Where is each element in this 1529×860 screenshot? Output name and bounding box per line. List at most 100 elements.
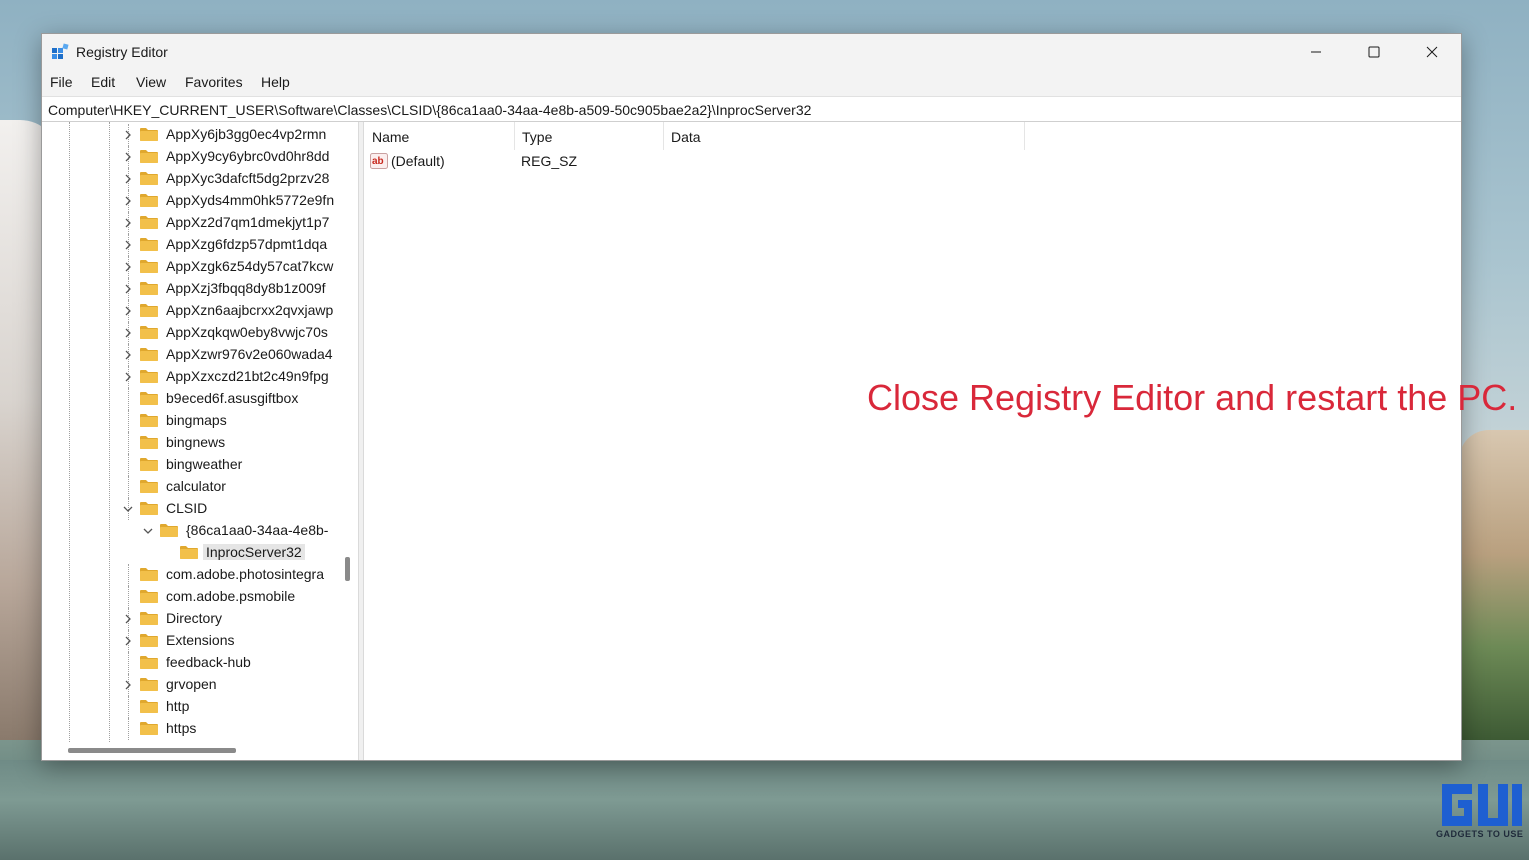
folder-icon xyxy=(140,392,158,405)
tree-item[interactable]: {86ca1aa0-34aa-4e8b- xyxy=(42,520,342,542)
menu-help[interactable]: Help xyxy=(261,74,290,90)
tree-item[interactable]: AppXzgk6z54dy57cat7kcw xyxy=(42,256,342,278)
tree-item-label: AppXzxczd21bt2c49n9fpg xyxy=(166,368,329,384)
chevron-right-icon[interactable] xyxy=(122,151,134,163)
maximize-button[interactable] xyxy=(1345,34,1403,70)
tree-item[interactable]: calculator xyxy=(42,476,342,498)
tree-vertical-scroll-thumb[interactable] xyxy=(345,557,350,581)
background-lake xyxy=(0,760,1529,860)
chevron-right-icon[interactable] xyxy=(122,217,134,229)
tree-item[interactable]: Directory xyxy=(42,608,342,630)
chevron-right-icon[interactable] xyxy=(122,239,134,251)
chevron-right-icon[interactable] xyxy=(122,349,134,361)
tree-item-label: AppXzg6fdzp57dpmt1dqa xyxy=(166,236,328,252)
tree-item[interactable]: b9eced6f.asusgiftbox xyxy=(42,388,342,410)
menu-file[interactable]: File xyxy=(50,74,73,90)
folder-icon xyxy=(140,590,158,603)
values-list[interactable]: Name Type Data ab (Default) REG_SZ Close… xyxy=(364,122,1517,760)
tree-item-label: bingmaps xyxy=(166,412,227,428)
tree-item[interactable]: Extensions xyxy=(42,630,342,652)
chevron-right-icon[interactable] xyxy=(122,327,134,339)
instruction-annotation: Close Registry Editor and restart the PC… xyxy=(867,377,1518,418)
tree-item[interactable]: AppXyc3dafcft5dg2przv28 xyxy=(42,168,342,190)
folder-icon xyxy=(160,524,178,537)
tree-guide-line xyxy=(128,696,129,718)
folder-icon xyxy=(140,150,158,163)
tree-item[interactable]: AppXzg6fdzp57dpmt1dqa xyxy=(42,234,342,256)
chevron-right-icon[interactable] xyxy=(122,305,134,317)
tree-item[interactable]: InprocServer32 xyxy=(42,542,342,564)
tree-item-label: AppXzwr976v2e060wada4 xyxy=(166,346,333,362)
tree-item-label: {86ca1aa0-34aa-4e8b- xyxy=(186,522,329,538)
minimize-button[interactable] xyxy=(1287,34,1345,70)
column-header-type-label: Type xyxy=(522,129,553,145)
string-value-icon: ab xyxy=(370,153,388,169)
folder-icon xyxy=(140,370,158,383)
chevron-right-icon[interactable] xyxy=(122,173,134,185)
chevron-right-icon[interactable] xyxy=(122,261,134,273)
menu-view[interactable]: View xyxy=(136,74,166,90)
tree-item[interactable]: CLSID xyxy=(42,498,342,520)
minimize-icon xyxy=(1311,51,1321,53)
address-bar[interactable]: Computer\HKEY_CURRENT_USER\Software\Clas… xyxy=(42,96,1461,122)
chevron-right-icon[interactable] xyxy=(122,283,134,295)
registry-editor-window: Registry Editor File Edit View Favorites… xyxy=(41,33,1517,761)
tree-item[interactable]: AppXzj3fbqq8dy8b1z009f xyxy=(42,278,342,300)
tree-item[interactable]: https xyxy=(42,718,342,740)
tree-item[interactable]: AppXzn6aajbcrxx2qvxjawp xyxy=(42,300,342,322)
tree-item[interactable]: AppXz2d7qm1dmekjyt1p7 xyxy=(42,212,342,234)
tree-item[interactable]: AppXy6jb3gg0ec4vp2rmn xyxy=(42,124,342,146)
folder-icon xyxy=(140,194,158,207)
key-tree[interactable]: AppXy6jb3gg0ec4vp2rmn AppXy9cy6ybrc0vd0hr… xyxy=(42,122,358,760)
tree-item[interactable]: bingweather xyxy=(42,454,342,476)
folder-icon xyxy=(140,128,158,141)
column-separator[interactable] xyxy=(1024,122,1025,150)
close-button[interactable] xyxy=(1403,34,1461,70)
svg-text:ab: ab xyxy=(372,156,384,167)
chevron-right-icon[interactable] xyxy=(122,635,134,647)
tree-item[interactable]: AppXy9cy6ybrc0vd0hr8dd xyxy=(42,146,342,168)
column-header-name[interactable]: Name xyxy=(364,122,514,150)
menu-favorites[interactable]: Favorites xyxy=(185,74,243,90)
menu-edit[interactable]: Edit xyxy=(91,74,115,90)
column-header-data[interactable]: Data xyxy=(663,122,1024,150)
tree-item-label: InprocServer32 xyxy=(203,544,305,560)
chevron-right-icon[interactable] xyxy=(122,371,134,383)
folder-icon xyxy=(140,348,158,361)
folder-icon xyxy=(140,656,158,669)
tree-item[interactable]: bingnews xyxy=(42,432,342,454)
folder-icon xyxy=(140,414,158,427)
chevron-right-icon[interactable] xyxy=(122,679,134,691)
chevron-right-icon[interactable] xyxy=(122,613,134,625)
tree-vertical-scrollbar[interactable] xyxy=(338,122,358,742)
tree-item[interactable]: AppXzwr976v2e060wada4 xyxy=(42,344,342,366)
tree-item[interactable]: feedback-hub xyxy=(42,652,342,674)
value-row[interactable]: ab (Default) REG_SZ xyxy=(364,150,1461,172)
chevron-right-icon[interactable] xyxy=(122,195,134,207)
tree-item-label: AppXyc3dafcft5dg2przv28 xyxy=(166,170,330,186)
title-bar[interactable]: Registry Editor xyxy=(42,34,1461,70)
tree-item-label: Directory xyxy=(166,610,223,626)
tree-item[interactable]: bingmaps xyxy=(42,410,342,432)
column-header-data-label: Data xyxy=(671,129,701,145)
tree-item[interactable]: AppXzxczd21bt2c49n9fpg xyxy=(42,366,342,388)
column-header-type[interactable]: Type xyxy=(514,122,663,150)
tree-item-label: AppXzj3fbqq8dy8b1z009f xyxy=(166,280,326,296)
folder-icon xyxy=(140,238,158,251)
watermark-text: GADGETS TO USE xyxy=(1436,829,1524,839)
tree-horizontal-scroll-thumb[interactable] xyxy=(68,748,236,753)
tree-item[interactable]: AppXyds4mm0hk5772e9fn xyxy=(42,190,342,212)
chevron-down-icon[interactable] xyxy=(122,503,134,515)
tree-item[interactable]: http xyxy=(42,696,342,718)
tree-item[interactable]: AppXzqkqw0eby8vwjc70s xyxy=(42,322,342,344)
value-name: (Default) xyxy=(391,153,445,169)
folder-icon xyxy=(140,612,158,625)
chevron-right-icon[interactable] xyxy=(122,129,134,141)
tree-item[interactable]: grvopen xyxy=(42,674,342,696)
tree-item-label: com.adobe.psmobile xyxy=(166,588,296,604)
tree-item[interactable]: com.adobe.photosintegra xyxy=(42,564,342,586)
registry-editor-app-icon xyxy=(52,43,69,59)
folder-icon xyxy=(140,700,158,713)
chevron-down-icon[interactable] xyxy=(142,525,154,537)
tree-item[interactable]: com.adobe.psmobile xyxy=(42,586,342,608)
